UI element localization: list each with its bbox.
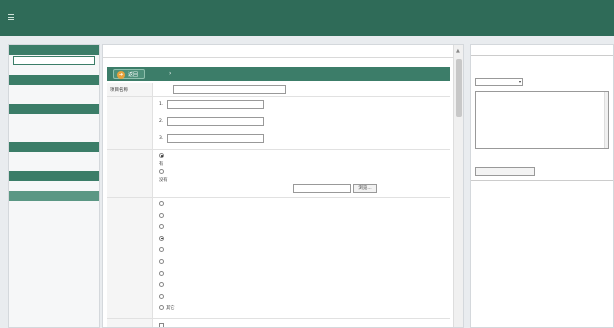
scroll-up-icon[interactable]: ▲: [456, 48, 460, 54]
submit-button[interactable]: [475, 167, 535, 176]
overseas-label: [107, 150, 153, 197]
project-name-input[interactable]: [173, 85, 286, 94]
sidebar-item-14[interactable]: [9, 182, 99, 191]
direction-radio-4[interactable]: [159, 247, 164, 253]
opinion-scrollbar[interactable]: [604, 92, 608, 148]
next-row-checkbox[interactable]: [159, 323, 164, 327]
opinion-template-select[interactable]: ▾: [475, 78, 523, 86]
title-bar: [0, 0, 614, 36]
applicant-input-3[interactable]: [167, 134, 264, 143]
direction-radio-2[interactable]: [159, 224, 164, 230]
sidebar-item-2[interactable]: [9, 66, 99, 75]
sidebar-item-17[interactable]: [9, 211, 99, 220]
direction-radio-7[interactable]: [159, 282, 164, 288]
next-row-label: [107, 319, 153, 327]
direction-radio-0[interactable]: [159, 201, 164, 206]
form-toolbar: ➜ 返回 ›: [107, 67, 450, 81]
back-arrow-icon: ➜: [117, 71, 125, 79]
sidebar-item-9[interactable]: [9, 133, 99, 142]
sidebar-item-11[interactable]: [9, 153, 99, 162]
sidebar-item-8[interactable]: [9, 124, 99, 133]
direction-row: 其它: [107, 198, 450, 319]
section-divider: [103, 57, 453, 58]
sidebar-group-6[interactable]: [9, 104, 99, 114]
direction-label: [107, 198, 153, 318]
sidebar-item-4[interactable]: [9, 86, 99, 95]
project-form: 项目名称 1. 2. 3. 有 没有 浏览... 其它: [107, 81, 450, 327]
back-button[interactable]: ➜ 返回: [113, 69, 146, 79]
next-row: [107, 319, 450, 327]
applicant-label: [107, 97, 153, 149]
overseas-option-no: 没有: [159, 178, 168, 183]
back-button-label: 返回: [128, 72, 139, 78]
review-panel: ▾: [470, 44, 614, 328]
applicant-input-1[interactable]: [167, 100, 264, 109]
overseas-option-yes: 有: [159, 162, 164, 167]
sidebar-group-0[interactable]: [9, 45, 99, 55]
sidebar-item-5[interactable]: [9, 95, 99, 104]
upload-file-input[interactable]: [293, 184, 351, 193]
direction-radio-5[interactable]: [159, 259, 164, 264]
sidebar-item-16[interactable]: [9, 202, 99, 211]
sidebar-group-15[interactable]: [9, 191, 99, 201]
main-panel: ➜ 返回 › 项目名称 1. 2. 3. 有 没有 浏览... 其它 ▲: [102, 44, 464, 328]
sidebar-group-3[interactable]: [9, 75, 99, 85]
sidebar-group-10[interactable]: [9, 142, 99, 152]
direction-radio-3[interactable]: [159, 235, 164, 241]
applicant-num-1: 1.: [159, 102, 164, 107]
direction-option-9: 其它: [166, 305, 175, 311]
direction-radio-8[interactable]: [159, 293, 164, 299]
history-divider: [471, 180, 613, 181]
applicant-row: 1. 2. 3.: [107, 97, 450, 150]
sidebar-item-7[interactable]: [9, 115, 99, 124]
sidebar-group-13[interactable]: [9, 171, 99, 181]
applicant-input-2[interactable]: [167, 117, 264, 126]
toolbar-arrow-icon: ›: [169, 70, 172, 77]
chevron-down-icon: ▾: [518, 79, 521, 84]
overseas-row: 有 没有 浏览...: [107, 150, 450, 198]
project-name-row: 项目名称: [107, 83, 450, 97]
opinion-textarea[interactable]: [475, 91, 609, 149]
direction-radio-1[interactable]: [159, 212, 164, 218]
browse-button[interactable]: 浏览...: [353, 184, 377, 193]
menu-grip-icon[interactable]: [8, 14, 14, 20]
sidebar-item-12[interactable]: [9, 162, 99, 171]
sidebar-nav: [8, 44, 100, 328]
overseas-radio-yes[interactable]: [159, 153, 164, 158]
scroll-thumb[interactable]: [456, 59, 462, 117]
sidebar-item-1[interactable]: [13, 56, 95, 65]
overseas-radio-no[interactable]: [159, 169, 164, 174]
review-divider: [471, 55, 613, 56]
applicant-num-3: 3.: [159, 136, 164, 141]
direction-radio-9[interactable]: [159, 305, 164, 311]
direction-radio-6[interactable]: [159, 270, 164, 276]
applicant-num-2: 2.: [159, 119, 164, 124]
main-scrollbar[interactable]: ▲: [453, 45, 463, 327]
project-name-label: 项目名称: [107, 83, 153, 96]
